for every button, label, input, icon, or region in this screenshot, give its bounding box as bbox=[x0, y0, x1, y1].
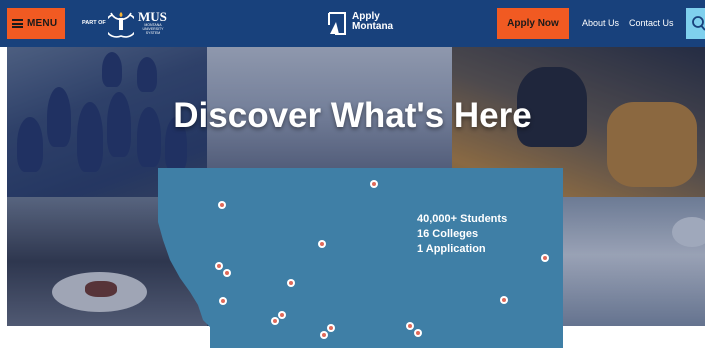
stat-colleges: 16 Colleges bbox=[417, 228, 479, 240]
montana-map bbox=[158, 168, 563, 348]
montana-map-shape bbox=[158, 168, 563, 348]
stat-students: 40,000+ Students bbox=[417, 213, 508, 225]
stat-application: 1 Application bbox=[417, 243, 486, 255]
hero-stats: 40,000+ Students 16 Colleges 1 Applicati… bbox=[417, 212, 507, 257]
